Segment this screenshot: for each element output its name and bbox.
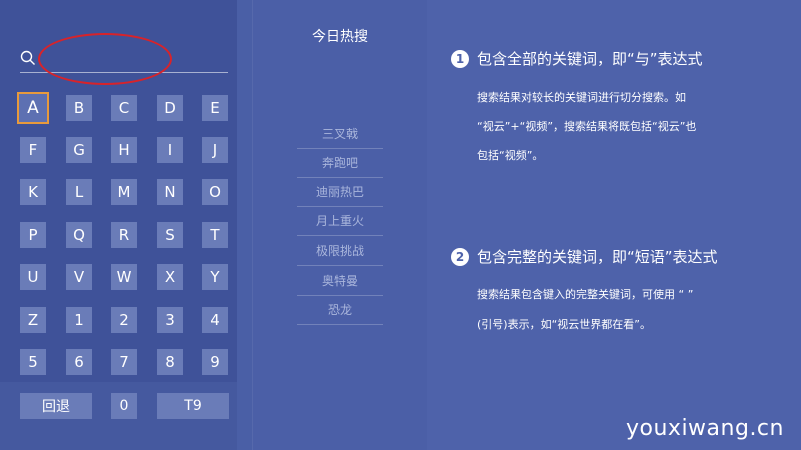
number-one-icon: 1 bbox=[451, 49, 469, 68]
key-1[interactable]: 1 bbox=[66, 307, 92, 333]
key-b[interactable]: B bbox=[66, 95, 92, 121]
key-w[interactable]: W bbox=[111, 264, 137, 290]
hot-search-item[interactable]: 三叉戟 bbox=[297, 120, 383, 149]
key-7[interactable]: 7 bbox=[111, 349, 137, 375]
key-i[interactable]: I bbox=[157, 137, 183, 163]
tip-heading: 1 包含全部的关键词，即“与”表达式 bbox=[451, 48, 703, 69]
search-input[interactable] bbox=[44, 48, 228, 72]
tip-heading: 2 包含完整的关键词，即“短语”表达式 bbox=[451, 246, 718, 267]
key-z[interactable]: Z bbox=[20, 307, 46, 333]
number-two-icon: 2 bbox=[451, 247, 469, 266]
tip-heading-text: 包含完整的关键词，即“短语”表达式 bbox=[477, 248, 718, 266]
key-8[interactable]: 8 bbox=[157, 349, 183, 375]
key-5[interactable]: 5 bbox=[20, 349, 46, 375]
key-o[interactable]: O bbox=[202, 179, 228, 205]
key-t[interactable]: T bbox=[202, 222, 228, 248]
hot-search-item[interactable]: 恐龙 bbox=[297, 296, 383, 325]
key-s[interactable]: S bbox=[157, 222, 183, 248]
key-x[interactable]: X bbox=[157, 264, 183, 290]
key-2[interactable]: 2 bbox=[111, 307, 137, 333]
key-c[interactable]: C bbox=[111, 95, 137, 121]
key-a[interactable]: A bbox=[17, 92, 49, 124]
key-p[interactable]: P bbox=[20, 222, 46, 248]
key-k[interactable]: K bbox=[20, 179, 46, 205]
key-l[interactable]: L bbox=[66, 179, 92, 205]
watermark: youxiwang.cn bbox=[626, 416, 784, 441]
hot-search-item[interactable]: 迪丽热巴 bbox=[297, 178, 383, 207]
key-g[interactable]: G bbox=[66, 137, 92, 163]
key-3[interactable]: 3 bbox=[157, 307, 183, 333]
key-0[interactable]: 0 bbox=[111, 393, 137, 419]
key-n[interactable]: N bbox=[157, 179, 183, 205]
hot-search-item[interactable]: 极限挑战 bbox=[297, 237, 383, 266]
key-6[interactable]: 6 bbox=[66, 349, 92, 375]
hot-search-panel: 今日热搜 三叉戟 奔跑吧 迪丽热巴 月上重火 极限挑战 奥特曼 恐龙 bbox=[252, 0, 428, 450]
key-v[interactable]: V bbox=[66, 264, 92, 290]
tip-line: 搜索结果对较长的关键词进行切分搜索。如 bbox=[477, 91, 686, 104]
key-h[interactable]: H bbox=[111, 137, 137, 163]
hot-search-item[interactable]: 奥特曼 bbox=[297, 267, 383, 296]
key-q[interactable]: Q bbox=[66, 222, 92, 248]
tip-line: 搜索结果包含键入的完整关键词，可使用 “ ” bbox=[477, 288, 694, 301]
search-icon bbox=[20, 50, 36, 66]
key-y[interactable]: Y bbox=[202, 264, 228, 290]
key-4[interactable]: 4 bbox=[202, 307, 228, 333]
key-9[interactable]: 9 bbox=[202, 349, 228, 375]
key-u[interactable]: U bbox=[20, 264, 46, 290]
key-m[interactable]: M bbox=[111, 179, 137, 205]
key-e[interactable]: E bbox=[202, 95, 228, 121]
key-d[interactable]: D bbox=[157, 95, 183, 121]
search-tips-panel: 1 包含全部的关键词，即“与”表达式 搜索结果对较长的关键词进行切分搜索。如 “… bbox=[427, 0, 801, 450]
tip-line: (引号)表示，如“视云世界都在看”。 bbox=[477, 318, 651, 331]
hot-search-item[interactable]: 奔跑吧 bbox=[297, 149, 383, 178]
back-button[interactable]: 回退 bbox=[20, 393, 92, 419]
search-bar bbox=[20, 48, 228, 73]
key-j[interactable]: J bbox=[202, 137, 228, 163]
hot-search-item[interactable]: 月上重火 bbox=[297, 207, 383, 236]
t9-button[interactable]: T9 bbox=[157, 393, 229, 419]
key-r[interactable]: R bbox=[111, 222, 137, 248]
tip-line: 包括“视频”。 bbox=[477, 149, 544, 162]
key-f[interactable]: F bbox=[20, 137, 46, 163]
hot-search-title: 今日热搜 bbox=[312, 29, 368, 45]
tip-line: “视云”+“视频”，搜索结果将既包括“视云”也 bbox=[477, 120, 697, 133]
tip-heading-text: 包含全部的关键词，即“与”表达式 bbox=[477, 50, 703, 68]
